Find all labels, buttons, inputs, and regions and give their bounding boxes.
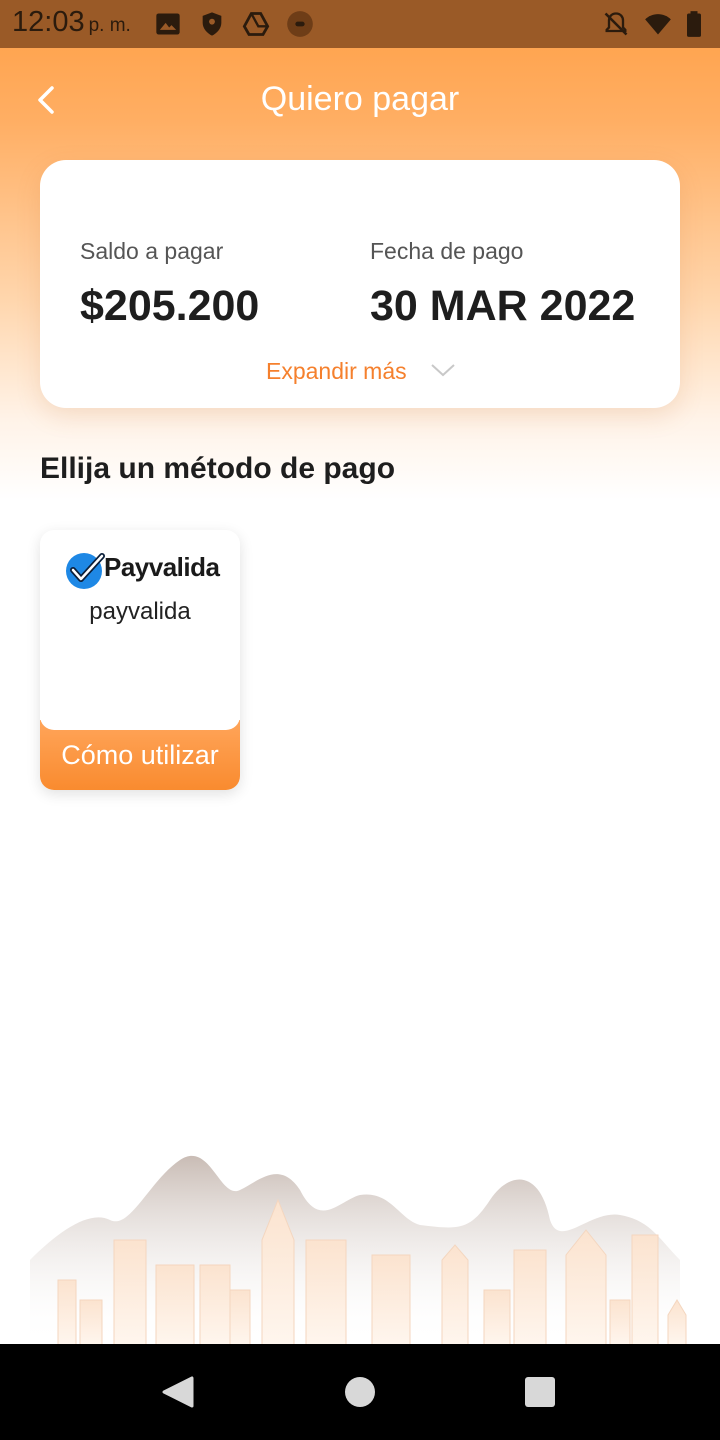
bell-off-icon: [604, 12, 628, 36]
back-triangle-icon[interactable]: [160, 1374, 196, 1410]
how-to-use-label: Cómo utilizar: [61, 739, 219, 770]
payment-methods-title: Ellija un método de pago: [40, 452, 396, 485]
status-time-value: 12:03: [12, 6, 85, 38]
system-navigation-bar: [0, 1344, 720, 1440]
due-date-value: 30 MAR 2022: [370, 282, 636, 330]
wifi-icon: [645, 14, 671, 35]
chevron-down-icon[interactable]: [430, 362, 456, 378]
status-time-ampm: p. m.: [88, 15, 131, 36]
page-title: Quiero pagar: [260, 80, 460, 118]
payvalida-logo-text: Payvalida: [104, 552, 220, 582]
payment-method-card-payvalida[interactable]: Payvalida payvalida Cómo utilizar: [40, 530, 240, 790]
image-icon: [156, 13, 180, 35]
payment-method-name: payvalida: [89, 598, 191, 625]
shield-icon: [202, 12, 222, 36]
home-circle-icon[interactable]: [342, 1374, 378, 1410]
how-to-use-button[interactable]: Cómo utilizar: [40, 710, 240, 790]
status-time: 12:03 p. m.: [12, 6, 131, 39]
drive-icon: [242, 12, 270, 36]
city-skyline-illustration: [30, 1155, 687, 1345]
payvalida-logo: Payvalida: [64, 548, 220, 590]
checkmark-logo-icon: [66, 553, 105, 589]
recents-square-icon[interactable]: [522, 1374, 558, 1410]
balance-label: Saldo a pagar: [80, 238, 224, 264]
app-header: Quiero pagar: [0, 48, 720, 152]
due-date-label: Fecha de pago: [370, 238, 524, 264]
status-bar: 12:03 p. m.: [0, 0, 720, 48]
balance-value: $205.200: [80, 282, 260, 330]
record-icon: [287, 11, 313, 37]
battery-icon: [687, 11, 701, 37]
payment-summary-card: Saldo a pagar $205.200 Fecha de pago 30 …: [40, 160, 680, 408]
expand-more-link[interactable]: Expandir más: [266, 358, 407, 385]
